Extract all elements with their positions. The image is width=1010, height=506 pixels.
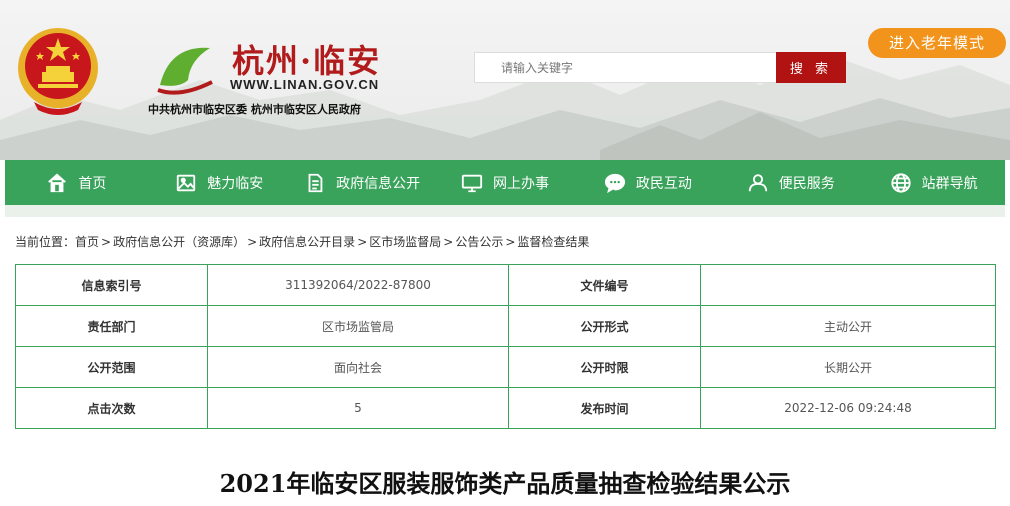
globe-icon	[890, 172, 911, 193]
nav-item-interaction[interactable]: 政民互动	[576, 160, 719, 205]
table-row: 点击次数 5 发布时间 2022-12-06 09:24:48	[15, 387, 996, 429]
national-emblem-icon	[18, 28, 98, 115]
info-value: 主动公开	[700, 305, 996, 347]
ginkgo-logo-icon	[157, 47, 213, 95]
nav-item-label: 网上办事	[493, 175, 549, 192]
breadcrumb: 当前位置：首页 > 政府信息公开（资源库） > 政府信息公开目录 > 区市场监督局 > 公告公示…	[15, 233, 589, 250]
info-value: 区市场监管局	[207, 305, 509, 347]
document-icon	[308, 173, 323, 192]
table-row: 责任部门 区市场监管局 公开形式 主动公开	[15, 305, 996, 347]
breadcrumb-separator: >	[357, 235, 368, 249]
table-row: 公开范围 面向社会 公开时限 长期公开	[15, 346, 996, 388]
info-value: 2022-12-06 09:24:48	[700, 387, 996, 429]
breadcrumb-separator: >	[443, 235, 454, 249]
info-label: 公开时限	[508, 346, 701, 388]
site-header: 杭州·临安 WWW.LINAN.GOV.CN 中共杭州市临安区委 杭州市临安区人…	[0, 0, 1010, 160]
nav-strip	[5, 205, 1005, 217]
search-box	[474, 52, 778, 83]
search-button[interactable]: 搜 索	[776, 52, 846, 83]
info-label: 点击次数	[15, 387, 208, 429]
home-icon	[48, 173, 67, 192]
image-icon	[177, 174, 196, 191]
nav-item-convenience[interactable]: 便民服务	[719, 160, 862, 205]
nav-item-home[interactable]: 首页	[5, 160, 148, 205]
breadcrumb-gov-info-catalog[interactable]: 政府信息公开目录	[259, 235, 355, 249]
search-input[interactable]	[475, 53, 777, 82]
nav-item-label: 首页	[78, 175, 107, 192]
info-table: 信息索引号 311392064/2022-87800 文件编号 责任部门 区市场…	[15, 264, 996, 429]
nav-item-site-nav[interactable]: 站群导航	[862, 160, 1005, 205]
info-value	[700, 264, 996, 306]
chat-icon	[604, 173, 625, 193]
breadcrumb-separator: >	[247, 235, 258, 249]
org-line: 中共杭州市临安区委 杭州市临安区人民政府	[148, 103, 361, 116]
elder-mode-button[interactable]: 进入老年模式	[868, 28, 1006, 58]
breadcrumb-market-bureau[interactable]: 区市场监督局	[369, 235, 441, 249]
info-label: 公开形式	[508, 305, 701, 347]
user-icon	[748, 173, 767, 191]
info-label: 文件编号	[508, 264, 701, 306]
info-label: 信息索引号	[15, 264, 208, 306]
breadcrumb-home[interactable]: 首页	[75, 235, 99, 249]
monitor-icon	[461, 174, 483, 192]
nav-item-online-service[interactable]: 网上办事	[434, 160, 577, 205]
info-label: 公开范围	[15, 346, 208, 388]
breadcrumb-prefix: 当前位置：	[15, 235, 76, 249]
site-title: 杭州·临安	[232, 42, 382, 80]
breadcrumb-inspection-results[interactable]: 监督检查结果	[517, 235, 589, 249]
nav-item-charm[interactable]: 魅力临安	[148, 160, 291, 205]
breadcrumb-separator: >	[101, 235, 112, 249]
info-label: 责任部门	[15, 305, 208, 347]
info-value: 面向社会	[207, 346, 509, 388]
breadcrumb-separator: >	[505, 235, 516, 249]
info-value: 长期公开	[700, 346, 996, 388]
main-nav: 首页 魅力临安 政府信息公开 网上办事 政民互动 便民服务 站群导航	[5, 160, 1005, 205]
breadcrumb-announcements[interactable]: 公告公示	[455, 235, 503, 249]
site-url: WWW.LINAN.GOV.CN	[230, 77, 380, 92]
nav-item-label: 政民互动	[635, 175, 692, 192]
nav-item-label: 便民服务	[778, 175, 835, 192]
nav-item-label: 政府信息公开	[336, 175, 421, 192]
article-title: 2021年临安区服装服饰类产品质量抽查检验结果公示	[219, 469, 791, 498]
table-row: 信息索引号 311392064/2022-87800 文件编号	[15, 264, 996, 306]
info-label: 发布时间	[508, 387, 701, 429]
info-value: 5	[207, 387, 509, 429]
nav-item-gov-info[interactable]: 政府信息公开	[291, 160, 434, 205]
breadcrumb-gov-info-repo[interactable]: 政府信息公开（资源库）	[113, 235, 245, 249]
nav-item-label: 站群导航	[921, 175, 978, 192]
nav-item-label: 魅力临安	[207, 175, 264, 192]
info-value: 311392064/2022-87800	[207, 264, 509, 306]
